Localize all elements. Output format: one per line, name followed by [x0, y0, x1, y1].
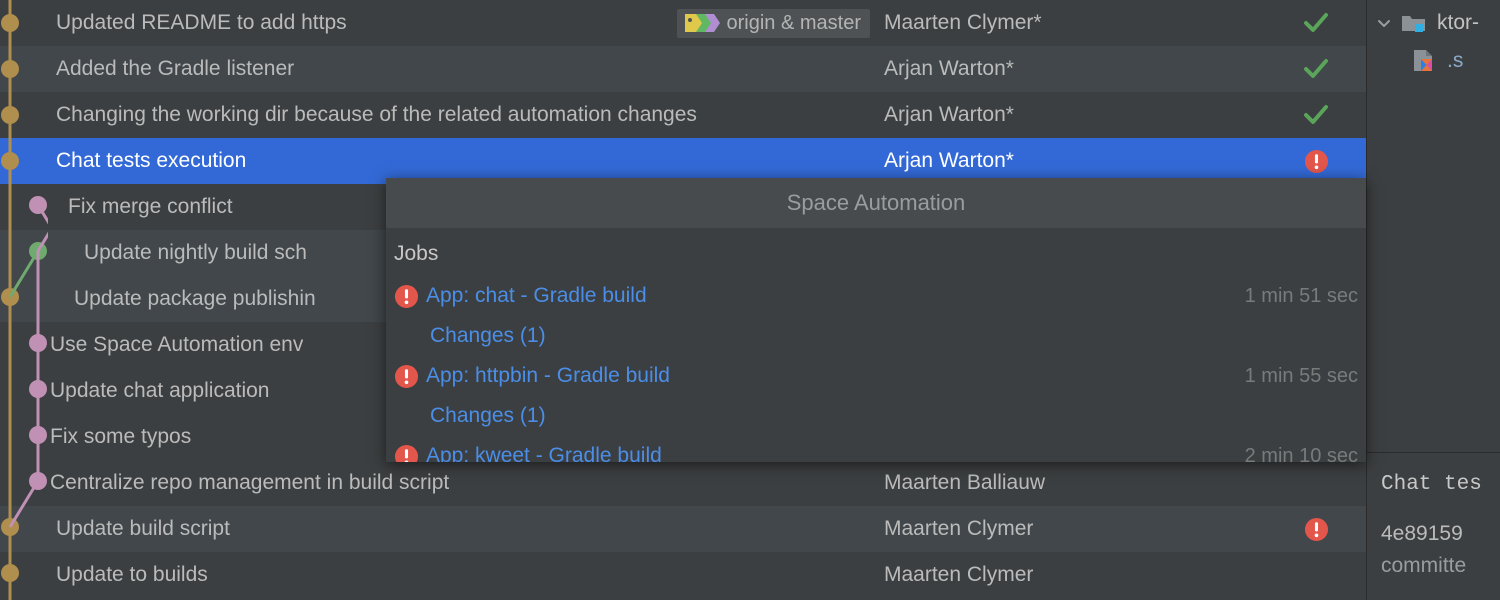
commit-detail-hash: 4e89159 — [1381, 522, 1463, 545]
tree-node-label: .s — [1447, 49, 1464, 72]
commit-status[interactable] — [1266, 149, 1366, 174]
job-changes-link[interactable]: Changes (1) — [430, 324, 546, 348]
error-icon — [1304, 149, 1328, 173]
error-icon — [394, 364, 426, 389]
space-automation-popup[interactable]: Space Automation Jobs App: chat - Gradle… — [386, 178, 1366, 462]
module-folder-icon — [1401, 12, 1431, 34]
right-side-panels: ktor- .s Chat tes 4e89159 committe — [1366, 0, 1500, 600]
error-icon — [394, 444, 426, 462]
job-duration: 1 min 55 sec — [1244, 364, 1358, 387]
branch-refs-badge[interactable]: origin & master — [676, 8, 870, 38]
commit-status[interactable] — [1266, 10, 1366, 36]
commit-subject: Centralize repo management in build scri… — [50, 471, 450, 494]
job-duration: 2 min 10 sec — [1244, 444, 1358, 463]
table-row[interactable]: Updated README to add https origin & mas… — [0, 0, 1366, 46]
commit-author: Arjan Warton* — [884, 149, 1014, 172]
branch-refs-label: origin & master — [726, 11, 862, 34]
git-log-window: Updated README to add https origin & mas… — [0, 0, 1500, 600]
commit-subject: Update to builds — [56, 563, 208, 586]
kotlin-script-file-icon — [1411, 48, 1441, 74]
job-item[interactable]: App: kweet - Gradle build 2 min 10 sec — [386, 436, 1366, 462]
error-icon — [1304, 517, 1328, 541]
table-row[interactable]: Changing the working dir because of the … — [0, 92, 1366, 138]
commit-subject: Changing the working dir because of the … — [56, 103, 697, 126]
table-row[interactable]: Update to builds Maarten Clymer — [0, 552, 1366, 598]
jobs-heading: Jobs — [394, 242, 439, 265]
table-row[interactable]: Update build script Maarten Clymer — [0, 506, 1366, 552]
commit-subject: Added the Gradle listener — [56, 57, 295, 80]
chevron-down-icon[interactable] — [1367, 15, 1401, 31]
commit-graph — [8, 0, 48, 600]
tree-node-file[interactable]: .s — [1367, 42, 1500, 80]
job-changes-link[interactable]: Changes (1) — [430, 404, 546, 428]
commit-detail-subject: Chat tes — [1381, 473, 1482, 496]
popup-header: Space Automation — [386, 178, 1366, 228]
job-name-link[interactable]: App: kweet - Gradle build — [426, 444, 662, 462]
tree-node-module[interactable]: ktor- — [1367, 4, 1500, 42]
project-tree-panel[interactable]: ktor- .s — [1366, 0, 1500, 452]
commit-subject: Chat tests execution — [56, 149, 247, 172]
job-name-link[interactable]: App: httpbin - Gradle build — [426, 364, 670, 388]
tree-node-label: ktor- — [1437, 11, 1479, 34]
error-icon — [394, 284, 426, 309]
job-name-link[interactable]: App: chat - Gradle build — [426, 284, 647, 308]
job-duration: 1 min 51 sec — [1244, 284, 1358, 307]
commit-status[interactable] — [1266, 56, 1366, 82]
popup-title: Space Automation — [786, 190, 966, 215]
commit-status[interactable] — [1266, 102, 1366, 128]
table-row[interactable]: Centralize repo management in build scri… — [0, 460, 1366, 506]
check-icon — [1304, 13, 1328, 32]
commit-author: Maarten Clymer — [884, 563, 1034, 586]
commit-author: Arjan Warton* — [884, 103, 1014, 126]
job-changes[interactable]: Changes (1) — [386, 316, 1366, 356]
job-changes[interactable]: Changes (1) — [386, 396, 1366, 436]
commit-author: Maarten Clymer — [884, 517, 1034, 540]
job-item[interactable]: App: chat - Gradle build 1 min 51 sec — [386, 276, 1366, 316]
commit-status[interactable] — [1266, 517, 1366, 542]
table-row[interactable]: Added the Gradle listener Arjan Warton* — [0, 46, 1366, 92]
popup-body: Jobs App: chat - Gradle build 1 min 51 s… — [386, 228, 1366, 462]
commit-author: Arjan Warton* — [884, 57, 1014, 80]
job-item[interactable]: App: httpbin - Gradle build 1 min 55 sec — [386, 356, 1366, 396]
commit-details-panel: Chat tes 4e89159 committe — [1366, 452, 1500, 600]
commit-author: Maarten Balliauw — [884, 471, 1046, 494]
commit-subject: Updated README to add https origin & mas… — [48, 8, 876, 38]
tag-icon — [684, 14, 720, 32]
commit-detail-meta: committe — [1381, 554, 1467, 577]
commit-subject: Update build script — [56, 517, 230, 540]
check-icon — [1304, 105, 1328, 124]
graph-cell — [0, 138, 48, 184]
check-icon — [1304, 59, 1328, 78]
commit-author: Maarten Clymer* — [884, 11, 1042, 34]
